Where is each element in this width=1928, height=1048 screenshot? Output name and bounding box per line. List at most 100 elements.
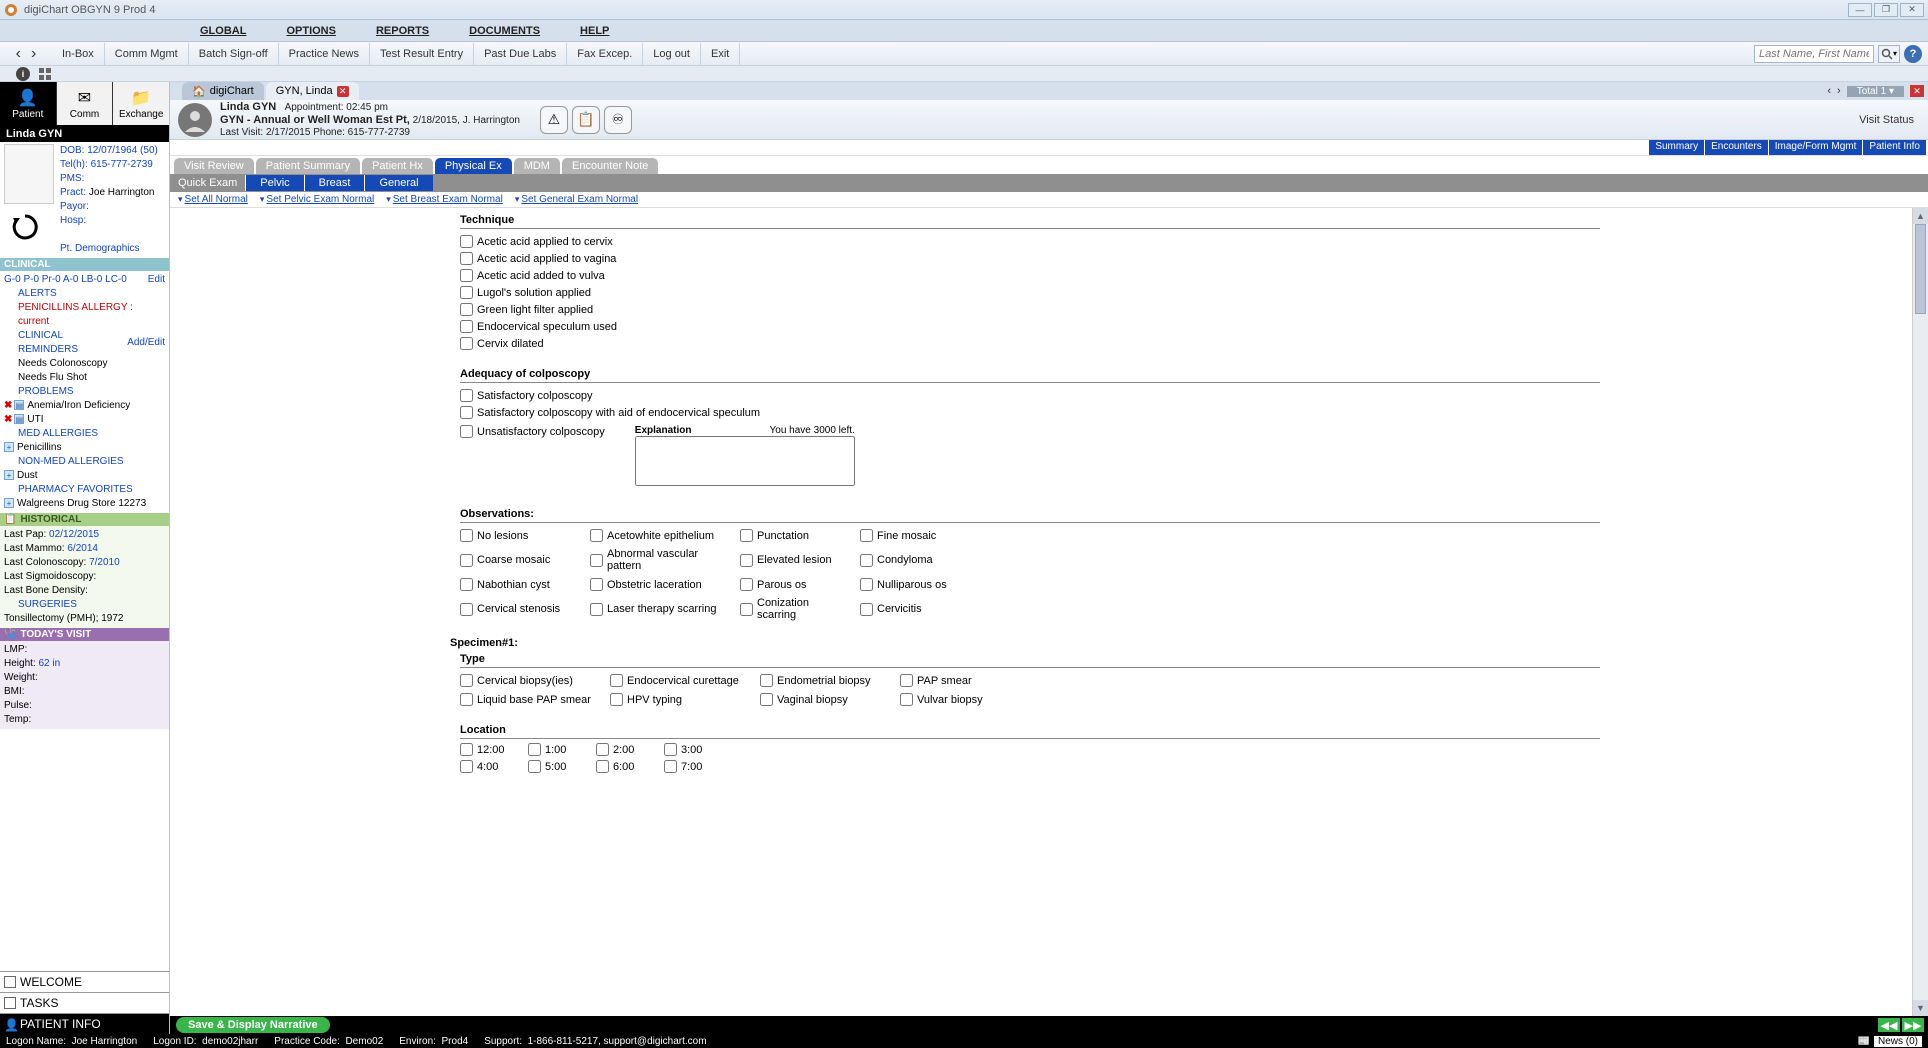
menu-options[interactable]: OPTIONS [286, 25, 336, 37]
chk-obs[interactable] [460, 554, 473, 567]
chk-loc[interactable] [664, 760, 677, 773]
last-mammo[interactable]: 6/2014 [67, 543, 98, 554]
sidetab-exchange[interactable]: 📁Exchange [112, 82, 169, 125]
visit-status[interactable]: Visit Status [1859, 114, 1920, 126]
chk-obs[interactable] [590, 603, 603, 616]
bottom-tab-patient-info[interactable]: 👤PATIENT INFO [0, 1013, 169, 1034]
chk-obs[interactable] [590, 578, 603, 591]
chk-loc[interactable] [528, 743, 541, 756]
sidetab-comm[interactable]: ✉Comm [56, 82, 113, 125]
nonmed-allergies-head[interactable]: NON-MED ALLERGIES [4, 455, 165, 469]
chk-obs[interactable] [860, 578, 873, 591]
chk-obs[interactable] [740, 554, 753, 567]
chk-loc[interactable] [664, 743, 677, 756]
clinical-reminders[interactable]: CLINICAL REMINDERS [18, 329, 122, 357]
chk-sat-colposcopy[interactable] [460, 389, 473, 402]
chk-obs[interactable] [460, 529, 473, 542]
plus-icon[interactable]: + [4, 470, 14, 480]
last-pap[interactable]: 02/12/2015 [49, 529, 99, 540]
patient-search-input[interactable] [1754, 45, 1874, 63]
chk-obs[interactable] [860, 529, 873, 542]
chk-obs[interactable] [740, 603, 753, 616]
delete-icon[interactable]: ✖ [4, 414, 12, 425]
chk-loc[interactable] [596, 743, 609, 756]
nav-next-green[interactable]: ▶▶ [1902, 1018, 1924, 1032]
menu-documents[interactable]: DOCUMENTS [469, 25, 540, 37]
chk-sat-aid[interactable] [460, 406, 473, 419]
chk-obs[interactable] [860, 554, 873, 567]
tab-patient[interactable]: GYN, Linda✕ [266, 82, 359, 100]
ctab-patient-hx[interactable]: Patient Hx [362, 158, 433, 174]
minimize-button[interactable]: — [1848, 3, 1872, 17]
chk-type[interactable] [610, 693, 623, 706]
clipboard-button[interactable]: 📋 [572, 106, 600, 134]
chk-technique-3[interactable] [460, 286, 473, 299]
link-inbox[interactable]: In-Box [52, 43, 105, 65]
subtab-breast[interactable]: Breast [304, 175, 365, 191]
link-practice-news[interactable]: Practice News [279, 43, 370, 65]
link-test-result-entry[interactable]: Test Result Entry [370, 43, 474, 65]
nav-back[interactable]: ‹ [12, 45, 25, 63]
chk-loc[interactable] [460, 760, 473, 773]
alerts-head[interactable]: ALERTS [4, 287, 165, 301]
tabs-prev[interactable]: ‹ [1827, 85, 1831, 97]
chk-obs[interactable] [860, 603, 873, 616]
link-comm-mgmt[interactable]: Comm Mgmt [105, 43, 189, 65]
sync-icon[interactable] [10, 212, 40, 242]
chk-technique-1[interactable] [460, 252, 473, 265]
nav-forward[interactable]: › [27, 45, 40, 63]
tabs-next[interactable]: › [1837, 85, 1841, 97]
subtab-general[interactable]: General [364, 175, 432, 191]
doc-icon[interactable]: ▤ [14, 414, 24, 424]
chk-technique-4[interactable] [460, 303, 473, 316]
util-image-form-mgmt[interactable]: Image/Form Mgmt [1769, 140, 1863, 155]
search-button[interactable]: ▾ [1878, 45, 1900, 63]
allergy-alert[interactable]: PENICILLINS ALLERGY : current [4, 301, 165, 329]
subtab-pelvic[interactable]: Pelvic [245, 175, 303, 191]
link-logout[interactable]: Log out [643, 43, 701, 65]
save-display-narrative[interactable]: Save & Display Narrative [176, 1017, 330, 1033]
util-encounters[interactable]: Encounters [1705, 140, 1768, 155]
ctab-encounter-note[interactable]: Encounter Note [562, 158, 658, 174]
chk-obs[interactable] [460, 578, 473, 591]
pt-demographics-link[interactable]: Pt. Demographics [60, 243, 139, 254]
ctab-physical-ex[interactable]: Physical Ex [435, 158, 512, 174]
last-colo[interactable]: 7/2010 [89, 557, 120, 568]
chk-obs[interactable] [460, 603, 473, 616]
scrollbar[interactable]: ▲▼ [1912, 208, 1928, 1016]
chk-type[interactable] [900, 693, 913, 706]
menu-global[interactable]: GLOBAL [200, 25, 246, 37]
info-icon[interactable]: i [16, 67, 30, 81]
bottom-tab-welcome[interactable]: WELCOME [0, 971, 169, 992]
news-counter[interactable]: News (0) [1874, 1036, 1922, 1047]
chk-type[interactable] [460, 693, 473, 706]
chk-obs[interactable] [740, 529, 753, 542]
grid-icon[interactable] [38, 67, 52, 81]
close-button[interactable]: ✕ [1900, 3, 1924, 17]
bottom-tab-tasks[interactable]: TASKS [0, 992, 169, 1013]
chk-obs[interactable] [740, 578, 753, 591]
plus-icon[interactable]: + [4, 498, 14, 508]
nav-prev-green[interactable]: ◀◀ [1878, 1018, 1900, 1032]
ctab-visit-review[interactable]: Visit Review [174, 158, 254, 174]
chk-type[interactable] [610, 674, 623, 687]
chk-technique-2[interactable] [460, 269, 473, 282]
tabs-close-all[interactable]: ✕ [1910, 85, 1924, 97]
help-button[interactable]: ? [1904, 45, 1922, 63]
problem-2[interactable]: UTI [27, 414, 43, 425]
chk-obs[interactable] [590, 554, 603, 567]
menu-help[interactable]: HELP [580, 25, 609, 37]
set-pelvic-normal[interactable]: Set Pelvic Exam Normal [266, 194, 374, 205]
stethoscope-button[interactable]: ♾ [604, 106, 632, 134]
chk-unsat[interactable] [460, 425, 473, 438]
ctab-mdm[interactable]: MDM [514, 158, 560, 174]
tabs-total[interactable]: Total 1 ▾ [1847, 86, 1904, 97]
problem-1[interactable]: Anemia/Iron Deficiency [27, 400, 130, 411]
tab-close[interactable]: ✕ [337, 86, 349, 97]
link-exit[interactable]: Exit [701, 43, 740, 65]
explanation-textarea[interactable] [635, 436, 855, 486]
restore-button[interactable]: ❐ [1874, 3, 1898, 17]
chk-type[interactable] [760, 674, 773, 687]
link-past-due-labs[interactable]: Past Due Labs [474, 43, 567, 65]
util-patient-info[interactable]: Patient Info [1863, 140, 1926, 155]
